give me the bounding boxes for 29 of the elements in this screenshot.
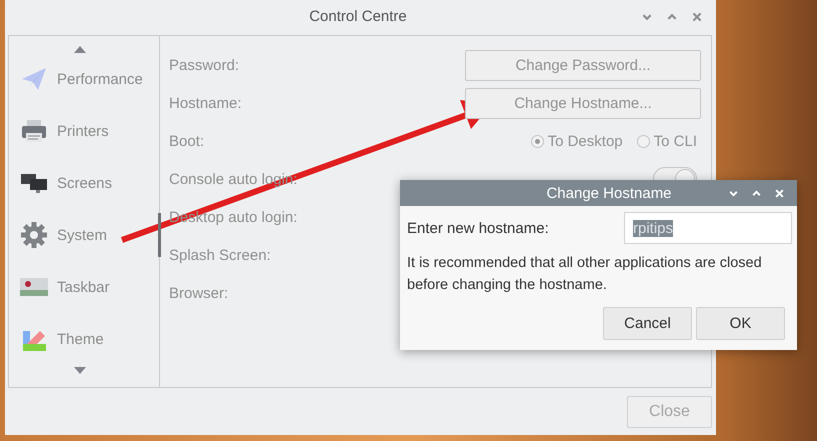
scroll-up-icon[interactable] [74,46,86,53]
setting-label: Password: [169,56,240,74]
field-label: Enter new hostname: [407,220,549,236]
gear-icon [20,221,48,249]
setting-label: Hostname: [169,94,242,112]
hostname-field[interactable]: rpitips [624,212,792,244]
sidebar-item[interactable]: Performance [9,53,159,105]
scroll-down-icon[interactable] [74,367,86,374]
sidebar-item[interactable]: Taskbar [9,261,159,313]
setting-label: Boot: [169,132,204,150]
dialog-button[interactable]: Cancel [603,307,692,340]
dialog-title: Change Hostname [545,184,673,202]
sidebar-item[interactable]: System [9,209,159,261]
setting-label: Browser: [169,284,228,302]
printer-icon [20,117,48,145]
close-button[interactable]: Close [627,396,712,428]
sidebar-item[interactable]: Screens [9,157,159,209]
settings-button[interactable]: Change Password... [465,50,701,80]
radio-option[interactable]: To Desktop [530,132,623,150]
dialog-button[interactable]: OK [696,307,785,340]
setting-label: Splash Screen: [169,246,271,264]
close-icon[interactable] [691,10,703,22]
sidebar-item[interactable]: Theme [9,313,159,365]
dialog-message: It is recommended that all other applications are closed before changing the hostname. [407,254,763,295]
settings-button[interactable]: Change Hostname... [465,88,701,118]
maximize-icon[interactable] [751,188,762,198]
window-title: Control Centre [308,8,408,25]
sidebar-item[interactable]: Printers [9,105,159,157]
radio-option[interactable]: To CLI [636,132,697,150]
